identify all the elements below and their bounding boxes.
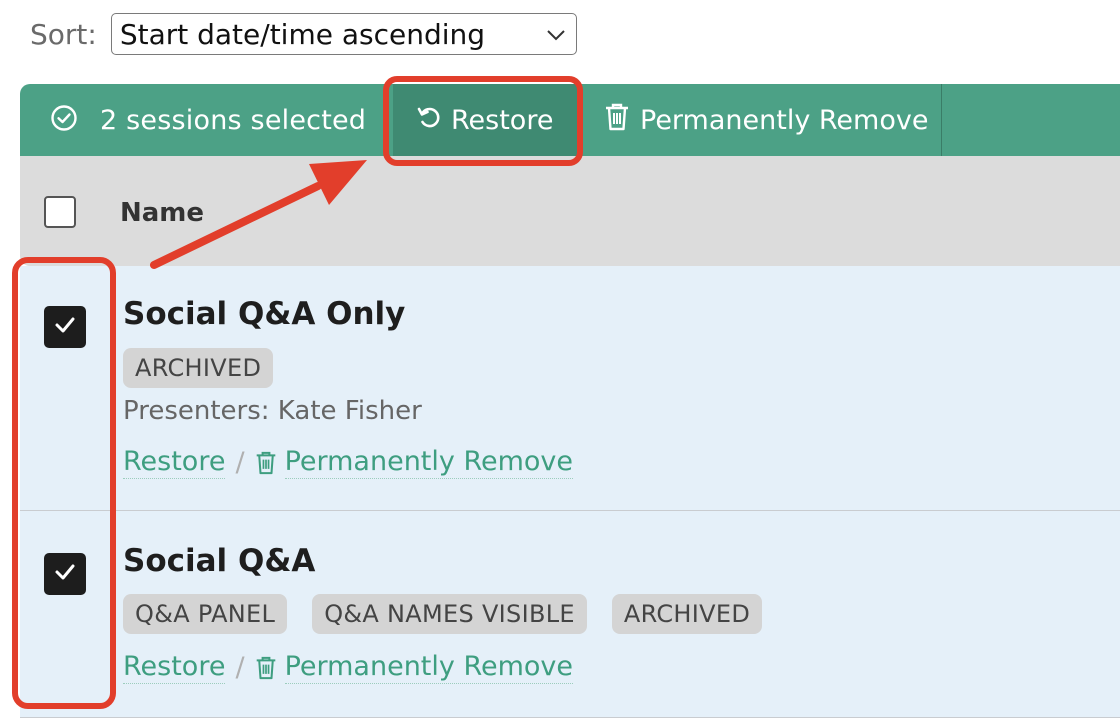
- annotation-arrow: [150, 160, 367, 269]
